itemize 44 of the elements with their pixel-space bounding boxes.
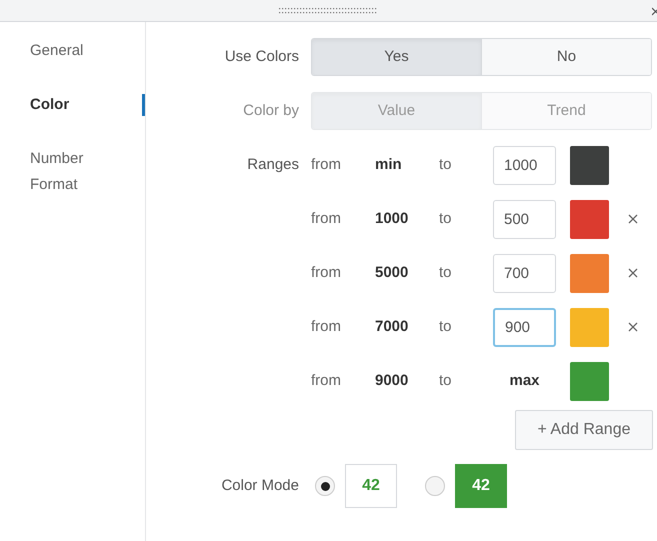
range-start: 7000 xyxy=(375,316,410,337)
to-label: to xyxy=(439,208,453,229)
color-swatch[interactable] xyxy=(570,254,609,292)
radio-button[interactable] xyxy=(425,476,445,496)
range-start: 9000 xyxy=(375,370,410,391)
add-range-button[interactable]: + Add Range xyxy=(515,410,653,450)
radio-button[interactable] xyxy=(315,476,335,496)
mode-preview: 42 xyxy=(455,464,507,508)
to-label: to xyxy=(439,370,453,391)
color-swatch[interactable] xyxy=(570,146,609,184)
from-label: from xyxy=(311,154,342,175)
to-label: to xyxy=(439,316,453,337)
range-end-field[interactable]: 700 xyxy=(493,254,556,292)
to-label: to xyxy=(439,154,453,175)
from-label: from xyxy=(311,316,342,337)
range-end-field[interactable]: 500 xyxy=(493,200,556,238)
sidebar-item[interactable]: General xyxy=(0,38,145,64)
to-label: to xyxy=(439,262,453,283)
field-label: Ranges xyxy=(247,156,299,173)
range-end-field[interactable]: 900 xyxy=(493,308,556,346)
range-start: min xyxy=(375,154,403,175)
mode-preview: 42 xyxy=(345,464,397,508)
grip-icon xyxy=(278,6,378,14)
sidebar-item[interactable]: Number Format xyxy=(0,146,145,198)
range-start: 5000 xyxy=(375,262,410,283)
close-icon[interactable] xyxy=(652,7,657,16)
range-start: 1000 xyxy=(375,208,410,229)
from-label: from xyxy=(311,370,342,391)
field-label: Color Mode xyxy=(220,476,300,496)
color-swatch[interactable] xyxy=(570,308,609,346)
field-label: Use Colors xyxy=(224,46,300,67)
segment-option[interactable]: No xyxy=(481,39,651,75)
sidebar-item[interactable]: Color xyxy=(0,92,145,118)
color-swatch[interactable] xyxy=(570,200,609,238)
color-swatch[interactable] xyxy=(570,362,609,400)
remove-icon[interactable] xyxy=(628,322,638,332)
range-end-field[interactable]: 1000 xyxy=(493,146,556,184)
segment-option[interactable]: Yes xyxy=(312,39,481,75)
remove-icon[interactable] xyxy=(628,268,638,278)
field-label: Color by xyxy=(242,100,300,121)
remove-icon[interactable] xyxy=(628,214,638,224)
from-label: from xyxy=(311,208,342,229)
range-end: max xyxy=(508,370,541,391)
from-label: from xyxy=(311,262,342,283)
